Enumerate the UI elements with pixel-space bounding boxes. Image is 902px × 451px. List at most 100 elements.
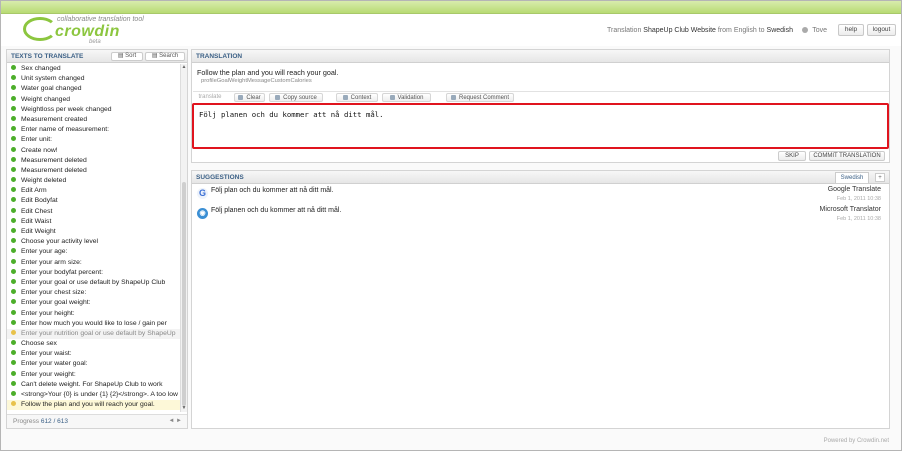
help-button[interactable]: help (838, 24, 864, 36)
search-button[interactable]: ▤ Search (145, 52, 185, 61)
string-list-item[interactable]: Follow the plan and you will reach your … (7, 400, 181, 411)
string-list-item[interactable]: Sex changed (7, 64, 181, 74)
suggestions-title: SUGGESTIONS (196, 174, 244, 181)
string-list-item[interactable]: Enter your bodyfat percent: (7, 268, 181, 278)
scroll-thumb[interactable] (182, 182, 186, 406)
string-list-item[interactable]: Measurement deleted (7, 166, 181, 176)
status-dot-icon (11, 75, 16, 81)
scroll-up-icon[interactable]: ▲ (181, 64, 187, 71)
string-list-item-label: Weight deleted (21, 177, 67, 185)
string-list-item-label: Edit Weight (21, 228, 56, 235)
logo-swirl-icon (23, 17, 57, 41)
status-dot-icon (11, 268, 16, 274)
string-list-item-label: Enter your weight: (21, 370, 76, 378)
string-list-item[interactable]: Edit Weight (7, 227, 181, 237)
copy-source-label: Copy source (283, 95, 317, 101)
string-list-item[interactable]: Enter name of measurement: (7, 125, 181, 135)
string-list-item[interactable]: Edit Bodyfat (7, 196, 181, 206)
powered-by[interactable]: Powered by Crowdin.net (824, 438, 889, 444)
suggestion-engine: Google Translate (827, 186, 881, 193)
tab-validation[interactable]: Validation (382, 93, 431, 102)
list-scrollbar[interactable]: ▲ ▼ (180, 64, 187, 412)
string-list-item[interactable]: Enter your goal or use default by ShapeU… (7, 278, 181, 288)
list-nav[interactable]: ◄ ► (168, 418, 182, 424)
status-dot-icon (11, 238, 16, 244)
string-list-item[interactable]: Edit Waist (7, 217, 181, 227)
string-list-item[interactable]: Choose sex (7, 339, 181, 349)
copy-source-button[interactable]: Copy source (269, 93, 323, 102)
string-list-item[interactable]: Edit Arm (7, 186, 181, 196)
status-dot-icon (11, 248, 16, 254)
user-profile[interactable]: Tove (802, 27, 827, 34)
status-dot-icon (11, 278, 16, 284)
scroll-down-icon[interactable]: ▼ (181, 405, 187, 412)
string-list-item[interactable]: Can't delete weight. For ShapeUp Club to… (7, 380, 181, 390)
string-list-item[interactable]: Unit system changed (7, 74, 181, 84)
main-area: TRANSLATION Follow the plan and you will… (191, 49, 890, 429)
source-text: Follow the plan and you will reach your … (197, 68, 339, 77)
header: collaborative translation tool crowdin b… (1, 14, 901, 46)
tab-context[interactable]: Context (336, 93, 378, 102)
status-dot-icon (11, 197, 16, 203)
string-list-item-label: Enter your goal weight: (21, 299, 91, 307)
top-bar (1, 1, 901, 14)
string-list-item[interactable]: Measurement deleted (7, 156, 181, 166)
status-dot-icon (11, 217, 16, 223)
add-language-button[interactable]: + (875, 173, 885, 182)
string-list-item-label: Weightloss per week changed (21, 105, 112, 113)
string-list-item[interactable]: Edit Chest (7, 207, 181, 217)
string-list-item[interactable]: Enter your weight: (7, 370, 181, 380)
translation-panel: TRANSLATION Follow the plan and you will… (191, 49, 890, 163)
string-list-item[interactable]: Choose your activity level (7, 237, 181, 247)
string-list-item[interactable]: Water goal changed (7, 84, 181, 94)
suggestion-row[interactable]: G Följ plan och du kommer att nå ditt må… (193, 185, 889, 205)
string-list-item[interactable]: Enter your waist: (7, 349, 181, 359)
string-list-item-label: Sex changed (21, 65, 61, 72)
string-list-item[interactable]: Weight changed (7, 95, 181, 105)
crowdin-logo[interactable]: collaborative translation tool crowdin b… (23, 16, 144, 45)
suggestion-row[interactable]: ◉ Följ planen och du kommer att nå ditt … (193, 205, 889, 225)
clear-label: Clear (246, 95, 261, 101)
info-prefix: Translation (606, 27, 642, 34)
info-mid: from English to (717, 27, 765, 34)
tab-translate[interactable]: translate (195, 93, 225, 102)
clear-button[interactable]: Clear (234, 93, 265, 102)
string-list-item[interactable]: Enter your height: (7, 309, 181, 319)
commit-translation-button[interactable]: COMMIT TRANSLATION (809, 151, 885, 161)
string-list-item[interactable]: Weight deleted (7, 176, 181, 186)
string-list-item[interactable]: Weightloss per week changed (7, 105, 181, 115)
user-avatar-icon (802, 27, 809, 33)
string-list-item[interactable]: Enter your age: (7, 247, 181, 257)
string-list-item[interactable]: <strong>Your {0} is under {1} {2}</stron… (7, 390, 181, 400)
logo-tagline: collaborative translation tool (57, 16, 144, 23)
google-icon: G (197, 188, 208, 199)
progress-bar: Progress 612 / 613 ◄ ► (7, 414, 187, 428)
translation-input[interactable]: Följ planen och du kommer att nå ditt må… (192, 103, 889, 149)
string-list-item[interactable]: Enter your water goal: (7, 359, 181, 369)
status-dot-icon (11, 309, 16, 315)
project-link[interactable]: ShapeUp Club Website (643, 27, 716, 34)
string-list-item[interactable]: Enter your nutrition goal or use default… (7, 328, 181, 340)
microsoft-icon: ◉ (197, 208, 208, 219)
string-list-item[interactable]: Enter unit: (7, 135, 181, 145)
status-dot-icon (11, 289, 16, 295)
string-list-item[interactable]: Create now! (7, 146, 181, 156)
string-list-item-label: Edit Waist (21, 217, 52, 225)
request-comment-button[interactable]: Request Comment (446, 93, 514, 102)
status-dot-icon (11, 391, 16, 396)
string-list-item[interactable]: Enter how much you would like to lose / … (7, 319, 181, 329)
tab-swedish[interactable]: Swedish (835, 172, 869, 183)
logout-button[interactable]: logout (867, 24, 896, 36)
copy-icon (275, 94, 281, 100)
suggestion-engine: Microsoft Translator (819, 206, 881, 213)
string-list-item[interactable]: Enter your chest size: (7, 288, 181, 298)
progress-label: Progress (13, 418, 40, 425)
sort-button[interactable]: ▤ Sort (111, 52, 143, 61)
string-list-item[interactable]: Enter your arm size: (7, 258, 181, 268)
string-list-item[interactable]: Measurement created (7, 115, 181, 125)
string-list-item[interactable]: Enter your goal weight: (7, 298, 181, 308)
skip-button[interactable]: SKIP (778, 151, 806, 161)
suggestions-panel: SUGGESTIONS Swedish + G Följ plan och du… (191, 170, 890, 429)
status-dot-icon (11, 187, 16, 193)
string-list: Sex changed Unit system changed Water goal… (7, 64, 181, 412)
